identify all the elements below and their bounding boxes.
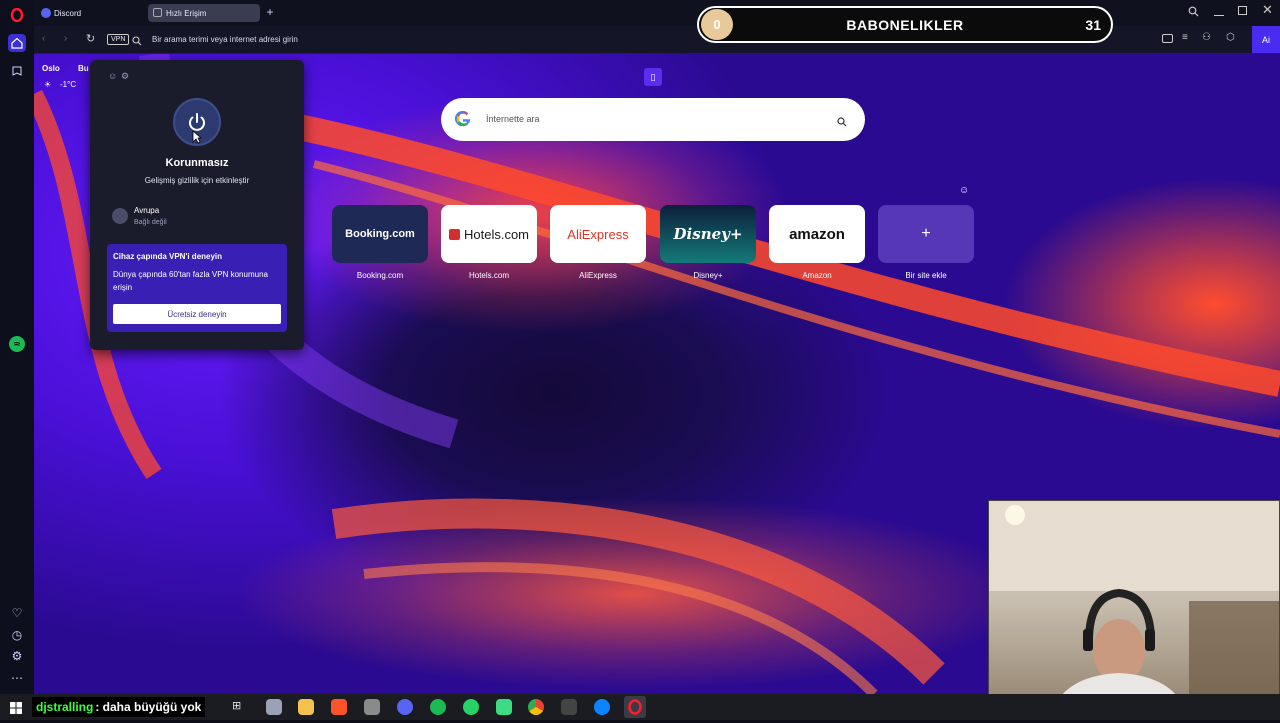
close-button[interactable]: ✕ xyxy=(1262,2,1273,18)
opera-taskbar-button[interactable] xyxy=(624,696,646,718)
tab-label: Hızlı Erişim xyxy=(166,8,207,18)
speed-dial-hotels[interactable]: Hotels.com Hotels.com xyxy=(441,205,537,280)
back-icon[interactable]: ‹ xyxy=(42,33,45,44)
spotify-icon[interactable] xyxy=(9,336,25,352)
hotels-icon xyxy=(448,228,460,240)
search-tabs-icon[interactable] xyxy=(1188,6,1199,20)
maximize-button[interactable] xyxy=(1238,6,1247,15)
discord-taskbar-icon[interactable] xyxy=(397,699,413,715)
add-site-icon: + xyxy=(878,205,974,263)
extensions-icon[interactable]: ⬡ xyxy=(1226,32,1235,43)
chat-username: djstralling xyxy=(36,700,94,714)
task-view-icon[interactable]: ⊞ xyxy=(232,699,248,715)
weather-city[interactable]: Oslo xyxy=(42,64,60,73)
vpn-status: Korunmasız xyxy=(165,157,229,169)
aria-ai-button[interactable]: Ai xyxy=(1252,26,1280,53)
webcam-overlay xyxy=(988,500,1280,720)
subscriber-goal-count: 31 xyxy=(1085,17,1101,33)
speed-dial-label: Amazon xyxy=(802,271,832,280)
vpn-location-name[interactable]: Avrupa xyxy=(134,206,159,215)
try-free-button[interactable]: Ücretsiz deneyin xyxy=(113,304,281,324)
vpn-location-status: Bağlı değil xyxy=(134,219,167,226)
tab-discord[interactable]: Discord xyxy=(36,4,144,22)
speed-dial-label: Hotels.com xyxy=(468,271,509,280)
home-icon[interactable] xyxy=(8,34,26,52)
aria-ai-label: Ai xyxy=(1261,34,1270,45)
heart-icon[interactable]: ♡ xyxy=(8,604,26,622)
disney-logo: Disney+ xyxy=(660,205,756,263)
discord-icon xyxy=(41,8,51,18)
spotify-taskbar-icon[interactable] xyxy=(430,699,446,715)
vpn-promo-card: Cihaz çapında VPN'i deneyin Dünya çapınd… xyxy=(107,244,287,332)
settings-icon[interactable]: ⚙ xyxy=(8,647,26,665)
address-search-icon xyxy=(132,33,142,51)
minimize-button[interactable] xyxy=(1214,6,1224,16)
mouse-cursor-icon xyxy=(192,130,203,149)
forward-icon[interactable]: › xyxy=(64,33,67,44)
search-bar[interactable]: İnternette ara xyxy=(441,98,865,141)
app-icon-1[interactable] xyxy=(266,699,282,715)
android-app-icon[interactable] xyxy=(496,699,512,715)
wallpaper-switch-icon[interactable]: ▯ xyxy=(644,68,662,86)
aliexpress-logo: AliExpress xyxy=(550,205,646,263)
app-icon-3[interactable] xyxy=(561,699,577,715)
hotels-logo: Hotels.com xyxy=(441,205,537,263)
globe-icon xyxy=(112,208,128,224)
speed-dial-label: Bir site ekle xyxy=(905,271,947,280)
sidebar: ♡ ◷ ⚙ ⋯ xyxy=(0,0,34,694)
promo-title: Cihaz çapında VPN'i deneyin xyxy=(113,252,223,261)
new-tab-button[interactable]: + xyxy=(264,6,276,18)
search-input[interactable]: İnternette ara xyxy=(486,114,540,124)
subscriber-goal-bar: 0 BABONELIKLER 31 xyxy=(697,6,1113,43)
google-icon xyxy=(454,110,471,132)
app-icon-2[interactable] xyxy=(364,699,380,715)
speed-dial-label: Booking.com xyxy=(356,271,404,280)
vpn-settings-icon[interactable]: ⚙ xyxy=(121,71,129,82)
search-icon[interactable] xyxy=(837,114,847,132)
booking-logo: Booking.com xyxy=(332,205,428,263)
weather-temp: -1°C xyxy=(60,80,77,89)
chrome-icon[interactable] xyxy=(528,699,544,715)
subscriber-title: BABONELIKLER xyxy=(846,17,964,33)
speed-dial-booking[interactable]: Booking.com Booking.com xyxy=(332,205,428,280)
app-icon-4[interactable] xyxy=(594,699,610,715)
speed-dial-label: Disney+ xyxy=(693,271,723,280)
speed-dial-disney[interactable]: Disney+ Disney+ xyxy=(660,205,756,280)
windows-start-icon[interactable] xyxy=(10,701,22,719)
snapshot-icon[interactable] xyxy=(1162,34,1173,43)
easy-setup-icon[interactable]: ≡ xyxy=(1182,32,1188,43)
reload-icon[interactable]: ↻ xyxy=(86,32,95,45)
weather-next-city[interactable]: Bu xyxy=(78,64,89,73)
vpn-stats-icon[interactable]: ☺ xyxy=(108,71,117,81)
address-input[interactable]: Bir arama terimi veya internet adresi gi… xyxy=(152,35,298,44)
whatsapp-icon[interactable] xyxy=(463,699,479,715)
chat-overlay: djstralling : daha büyüğü yok xyxy=(32,697,206,717)
speed-dial-amazon[interactable]: amazon Amazon xyxy=(769,205,865,280)
tab-label: Discord xyxy=(54,8,82,18)
chat-message: : daha büyüğü yok xyxy=(95,700,202,714)
more-icon[interactable]: ⋯ xyxy=(8,669,26,687)
hotels-logo-text: Hotels.com xyxy=(463,226,530,242)
speed-dial-icon xyxy=(153,8,162,17)
speed-dial-aliexpress[interactable]: AliExpress AliExpress xyxy=(550,205,646,280)
pinboard-icon[interactable] xyxy=(8,62,26,80)
vpn-badge[interactable]: VPN xyxy=(107,34,130,45)
opera-logo-icon[interactable] xyxy=(8,6,26,24)
tab-quick-access[interactable]: Hızlı Erişim xyxy=(148,4,260,22)
speed-dial-label: AliExpress xyxy=(579,271,617,280)
vpn-panel: ☺ ⚙ Korunmasız Gelişmiş gizlilik için et… xyxy=(90,60,304,350)
promo-text: Dünya çapında 60'tan fazla VPN konumuna … xyxy=(113,270,268,292)
file-explorer-icon[interactable] xyxy=(298,699,314,715)
amazon-logo: amazon xyxy=(769,205,865,263)
brave-icon[interactable] xyxy=(331,699,347,715)
speed-dial-add[interactable]: + Bir site ekle xyxy=(878,205,974,280)
vpn-status-subtitle: Gelişmiş gizlilik için etkinleştir xyxy=(144,176,250,185)
customize-icon[interactable]: ☺ xyxy=(959,185,969,196)
weather-sun-icon: ☀ xyxy=(44,80,52,89)
history-icon[interactable]: ◷ xyxy=(8,626,26,644)
profile-icon[interactable]: ⚇ xyxy=(1202,32,1211,43)
